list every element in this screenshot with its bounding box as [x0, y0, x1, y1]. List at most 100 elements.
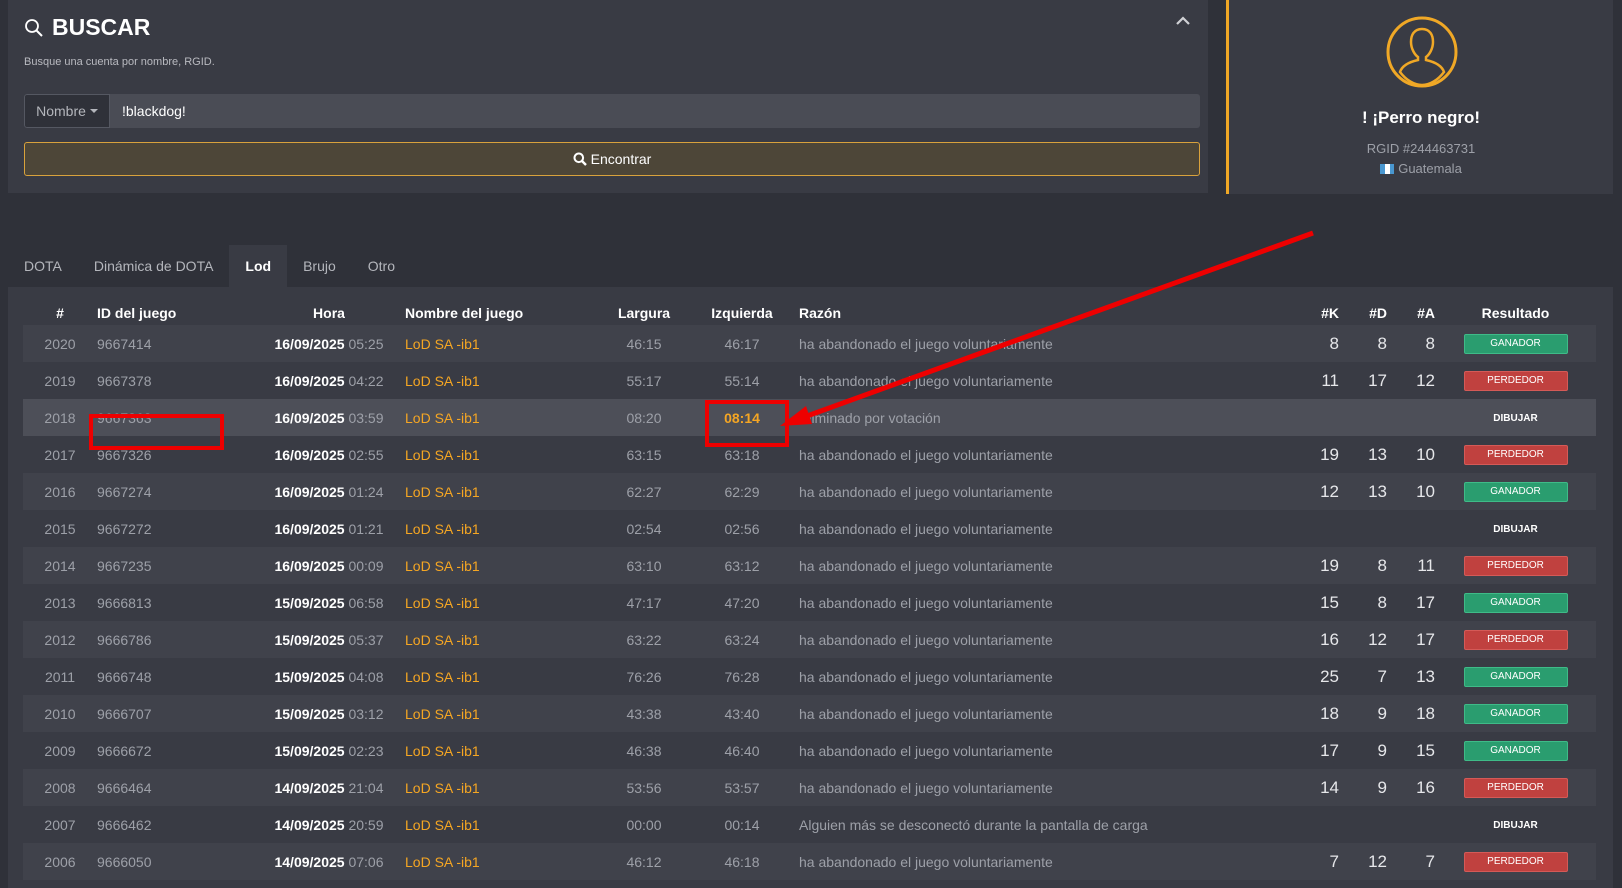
profile-name: ! ¡Perro negro! — [1361, 108, 1481, 127]
cell-date: 16/09/2025 — [274, 483, 345, 500]
cell-date: 16/09/2025 — [274, 557, 345, 574]
table-row: 2015 9667272 16/09/2025 01:21 LoD SA -ib1 02… — [23, 510, 1596, 547]
game-name-link[interactable]: LoD SA -ib1 — [405, 743, 480, 759]
table-row: 2011 9666748 15/09/2025 04:08 LoD SA -ib1 76… — [23, 658, 1596, 695]
cell-left: 63:24 — [724, 631, 760, 648]
cell-length: 43:38 — [626, 705, 662, 722]
cell-length: 63:10 — [626, 557, 662, 574]
cell-game-name: LoD SA -ib1 — [405, 325, 591, 362]
cell-clock: 00:09 — [348, 557, 384, 574]
game-name-link[interactable]: LoD SA -ib1 — [405, 854, 480, 870]
tab-lod[interactable]: Lod — [229, 245, 288, 287]
cell-game-id: 9667235 — [97, 557, 152, 574]
cell-time: 16/09/2025 04:22 — [253, 362, 405, 399]
result-badge: DIBUJAR — [1493, 523, 1538, 535]
game-name-link[interactable]: LoD SA -ib1 — [405, 373, 480, 389]
tab-otro[interactable]: Otro — [352, 245, 411, 287]
cell-assists: 17 — [1416, 592, 1435, 612]
cell-game-id: 9666050 — [97, 853, 152, 870]
cell-clock: 03:59 — [348, 409, 384, 426]
game-name-link[interactable]: LoD SA -ib1 — [405, 447, 480, 463]
result-badge: GANADOR — [1463, 704, 1568, 724]
cell-reason: ha abandonado el juego voluntariamente — [799, 668, 1053, 685]
table-row: 2018 9667363 16/09/2025 03:59 LoD SA -ib1 08… — [23, 399, 1596, 436]
cell-deaths: 8 — [1377, 555, 1387, 575]
search-panel: BUSCAR Busque una cuenta por nombre, RGI… — [8, 0, 1208, 193]
game-name-link[interactable]: LoD SA -ib1 — [405, 706, 480, 722]
cell-clock: 04:08 — [348, 668, 384, 685]
cell-time: 15/09/2025 03:12 — [253, 695, 405, 732]
game-name-link[interactable]: LoD SA -ib1 — [405, 410, 480, 426]
cell-date: 15/09/2025 — [274, 742, 345, 759]
col-header-deaths: #D — [1369, 305, 1387, 321]
result-badge: DIBUJAR — [1493, 412, 1538, 424]
col-header-result: Resultado — [1481, 305, 1550, 321]
cell-clock: 20:59 — [348, 816, 384, 833]
game-name-link[interactable]: LoD SA -ib1 — [405, 595, 480, 611]
cell-clock: 05:25 — [348, 335, 384, 352]
cell-game-name: LoD SA -ib1 — [405, 436, 591, 473]
cell-assists: 15 — [1416, 740, 1435, 760]
search-icon — [573, 152, 587, 166]
cell-clock: 05:37 — [348, 631, 384, 648]
cell-result: PERDEDOR — [1435, 362, 1596, 399]
cell-date: 14/09/2025 — [274, 853, 345, 870]
result-badge: PERDEDOR — [1463, 852, 1568, 872]
cell-reason: ha abandonado el juego voluntariamente — [799, 446, 1053, 463]
cell-left: 43:40 — [724, 705, 760, 722]
game-name-link[interactable]: LoD SA -ib1 — [405, 521, 480, 537]
profile-country: Guatemala — [1229, 161, 1613, 176]
cell-length: 00:00 — [626, 816, 662, 833]
cell-num: 2011 — [44, 668, 76, 685]
cell-time: 15/09/2025 02:23 — [253, 732, 405, 769]
cell-left: 47:20 — [724, 594, 760, 611]
cell-game-id: 9667363 — [97, 409, 152, 426]
tab-dota[interactable]: DOTA — [8, 245, 78, 287]
find-button[interactable]: Encontrar — [24, 142, 1200, 176]
game-name-link[interactable]: LoD SA -ib1 — [405, 817, 480, 833]
cell-result: GANADOR — [1435, 325, 1596, 362]
cell-kills — [1291, 806, 1339, 843]
cell-length: 62:27 — [626, 483, 662, 500]
cell-length: 46:38 — [626, 742, 662, 759]
cell-num: 2014 — [44, 557, 76, 574]
cell-result: DIBUJAR — [1435, 510, 1596, 547]
table-row: 2013 9666813 15/09/2025 06:58 LoD SA -ib1 47… — [23, 584, 1596, 621]
cell-deaths: 9 — [1377, 777, 1387, 797]
game-name-link[interactable]: LoD SA -ib1 — [405, 780, 480, 796]
guatemala-flag-icon — [1380, 163, 1395, 174]
cell-time: 16/09/2025 01:21 — [253, 510, 405, 547]
cell-game-id: 9666672 — [97, 742, 152, 759]
game-name-link[interactable]: LoD SA -ib1 — [405, 558, 480, 574]
game-name-link[interactable]: LoD SA -ib1 — [405, 484, 480, 500]
cell-date: 16/09/2025 — [274, 372, 345, 389]
cell-time: 14/09/2025 07:06 — [253, 843, 405, 880]
game-name-link[interactable]: LoD SA -ib1 — [405, 632, 480, 648]
cell-game-id: 9666464 — [97, 779, 152, 796]
cell-reason: ha abandonado el juego voluntariamente — [799, 520, 1053, 537]
cell-reason: Eliminado por votación — [799, 409, 941, 426]
cell-result: GANADOR — [1435, 695, 1596, 732]
cell-clock: 07:06 — [348, 853, 384, 870]
game-name-link[interactable]: LoD SA -ib1 — [405, 669, 480, 685]
search-type-dropdown[interactable]: Nombre — [24, 94, 110, 128]
cell-time: 15/09/2025 04:08 — [253, 658, 405, 695]
cell-clock: 03:12 — [348, 705, 384, 722]
cell-assists: 11 — [1417, 555, 1435, 575]
cell-assists — [1387, 399, 1435, 436]
chevron-up-icon[interactable] — [1172, 10, 1194, 32]
table-row: 2008 9666464 14/09/2025 21:04 LoD SA -ib1 53… — [23, 769, 1596, 806]
search-icon — [25, 18, 43, 37]
cell-result: PERDEDOR — [1435, 769, 1596, 806]
cell-kills: 14 — [1320, 777, 1339, 797]
cell-time: 14/09/2025 21:04 — [253, 769, 405, 806]
tab-brujo[interactable]: Brujo — [287, 245, 352, 287]
cell-left: 55:14 — [724, 372, 760, 389]
cell-result: PERDEDOR — [1435, 843, 1596, 880]
cell-reason: ha abandonado el juego voluntariamente — [799, 372, 1053, 389]
search-input[interactable] — [110, 94, 1200, 128]
cell-reason: ha abandonado el juego voluntariamente — [799, 779, 1053, 796]
game-name-link[interactable]: LoD SA -ib1 — [405, 336, 480, 352]
tab-dota-dynamics[interactable]: Dinámica de DOTA — [78, 245, 230, 287]
cell-deaths: 9 — [1377, 740, 1387, 760]
